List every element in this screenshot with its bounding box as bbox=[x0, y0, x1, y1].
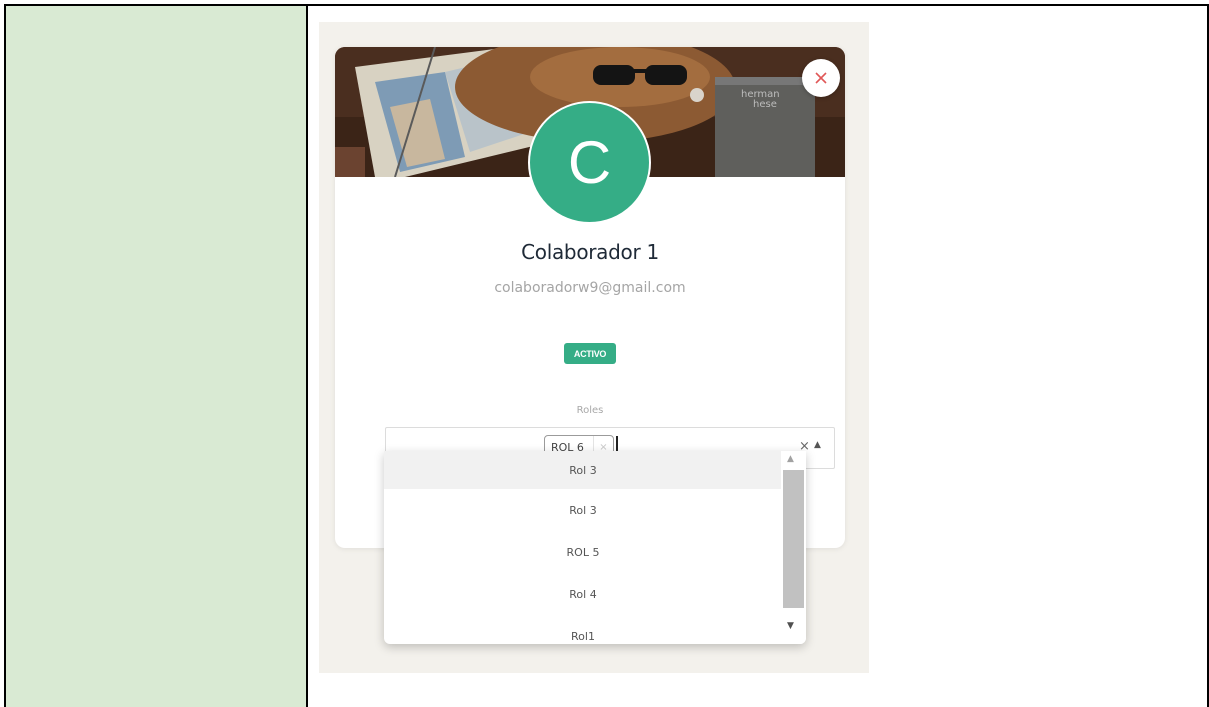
roles-dropdown-menu: Rol 3 Rol 3 ROL 5 Rol 4 Rol1 ▲ ▼ bbox=[384, 451, 806, 644]
profile-screenshot: herman hese C Colaborador 1 colaboradorw… bbox=[319, 22, 869, 673]
role-option[interactable]: Rol 4 bbox=[384, 575, 782, 613]
svg-text:hese: hese bbox=[753, 99, 777, 110]
profile-email: colaboradorw9@gmail.com bbox=[494, 280, 686, 296]
role-option[interactable]: Rol 3 bbox=[384, 451, 782, 489]
role-option[interactable]: Rol1 bbox=[384, 617, 782, 644]
scrollbar-thumb[interactable] bbox=[783, 470, 804, 608]
dropdown-scrollbar[interactable]: ▲ ▼ bbox=[781, 451, 806, 644]
role-option[interactable]: Rol 3 bbox=[384, 491, 782, 529]
scroll-up-icon[interactable]: ▲ bbox=[787, 454, 794, 464]
close-icon bbox=[815, 72, 827, 84]
left-table-cell bbox=[6, 6, 308, 707]
status-badge: ACTIVO bbox=[564, 343, 616, 364]
roles-label: Roles bbox=[576, 405, 604, 416]
scroll-down-icon[interactable]: ▼ bbox=[787, 621, 794, 631]
profile-name: Colaborador 1 bbox=[521, 240, 659, 264]
close-button[interactable] bbox=[802, 59, 840, 97]
avatar: C bbox=[528, 101, 651, 224]
dropdown-toggle-icon[interactable]: ▲ bbox=[814, 440, 821, 450]
role-option[interactable]: ROL 5 bbox=[384, 533, 782, 571]
